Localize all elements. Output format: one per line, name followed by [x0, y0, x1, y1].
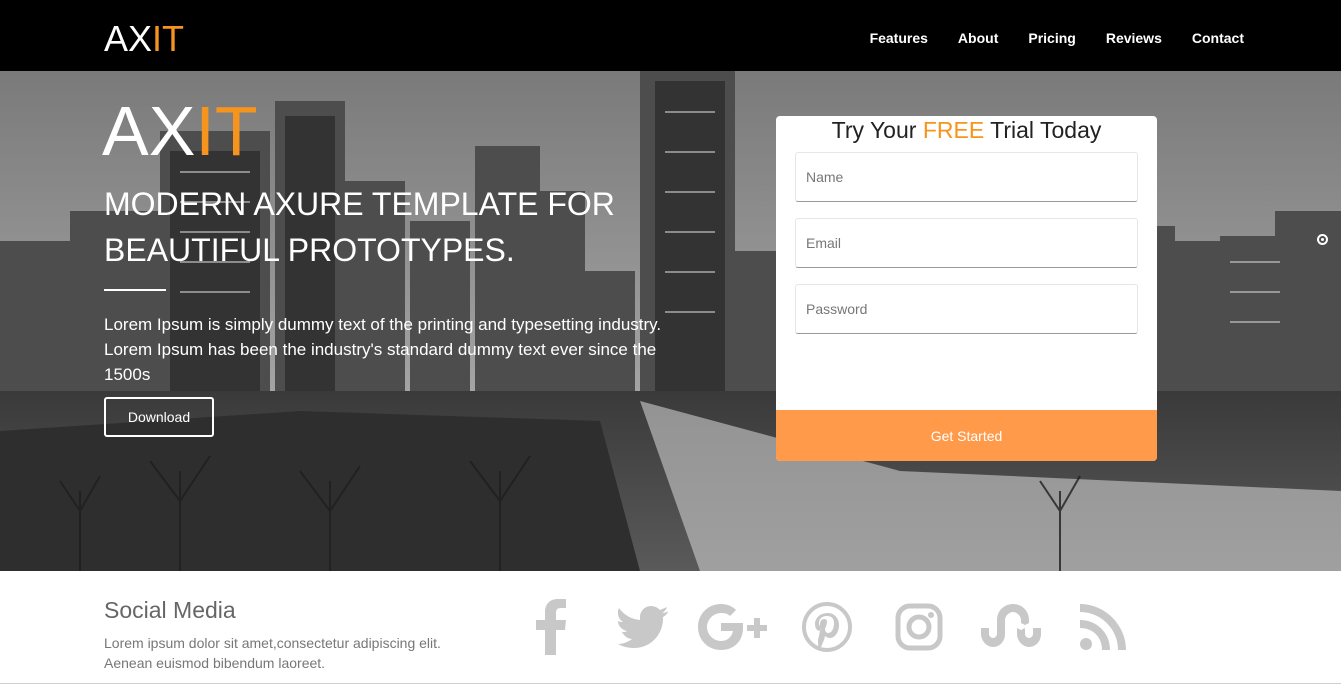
instagram-icon[interactable] — [873, 597, 965, 657]
nav-link-pricing[interactable]: Pricing — [1028, 29, 1075, 47]
form-title-post: Trial Today — [984, 117, 1102, 143]
social-icons — [505, 597, 1149, 657]
name-field[interactable]: Name — [795, 152, 1138, 202]
email-field[interactable]: Email — [795, 218, 1138, 268]
form-title-pre: Try Your — [831, 117, 923, 143]
hero-logo-main: AX — [102, 92, 196, 170]
hero-title: MODERN AXURE TEMPLATE FOR BEAUTIFUL PROT… — [104, 186, 615, 268]
pinterest-icon[interactable] — [781, 597, 873, 657]
download-button[interactable]: Download — [104, 397, 214, 437]
stumbleupon-icon[interactable] — [965, 597, 1057, 657]
form-title: Try Your FREE Trial Today — [776, 116, 1157, 144]
hero-logo: AXIT — [102, 93, 258, 169]
rss-icon[interactable] — [1057, 597, 1149, 657]
hero-divider — [104, 289, 166, 291]
hero-logo-accent: IT — [195, 92, 258, 170]
hero-section: AXIT MODERN AXURE TEMPLATE FOR BEAUTIFUL… — [0, 71, 1341, 571]
google-plus-icon[interactable] — [689, 597, 781, 657]
nav-link-reviews[interactable]: Reviews — [1106, 29, 1162, 47]
facebook-icon[interactable] — [505, 597, 597, 657]
scroll-indicator-icon[interactable] — [1317, 234, 1328, 245]
form-title-accent: FREE — [922, 117, 985, 143]
nav-link-features[interactable]: Features — [870, 29, 928, 47]
social-media-section: Social Media Lorem ipsum dolor sit amet,… — [0, 571, 1341, 684]
nav-links: Features About Pricing Reviews Contact — [870, 29, 1244, 47]
hero-description: Lorem Ipsum is simply dummy text of the … — [104, 315, 662, 384]
nav-logo-main: AX — [104, 18, 153, 59]
trial-signup-form: Try Your FREE Trial Today Name Email Pas… — [776, 116, 1157, 461]
get-started-button[interactable]: Get Started — [776, 410, 1157, 461]
social-title: Social Media — [104, 597, 236, 623]
nav-link-contact[interactable]: Contact — [1192, 29, 1244, 47]
password-field[interactable]: Password — [795, 284, 1138, 334]
top-navbar: AXIT Features About Pricing Reviews Cont… — [0, 0, 1341, 71]
nav-link-about[interactable]: About — [958, 29, 998, 47]
nav-logo[interactable]: AXIT — [104, 19, 184, 59]
twitter-icon[interactable] — [597, 597, 689, 657]
social-description: Lorem ipsum dolor sit amet,consectetur a… — [104, 635, 441, 671]
nav-logo-accent: IT — [152, 18, 185, 59]
